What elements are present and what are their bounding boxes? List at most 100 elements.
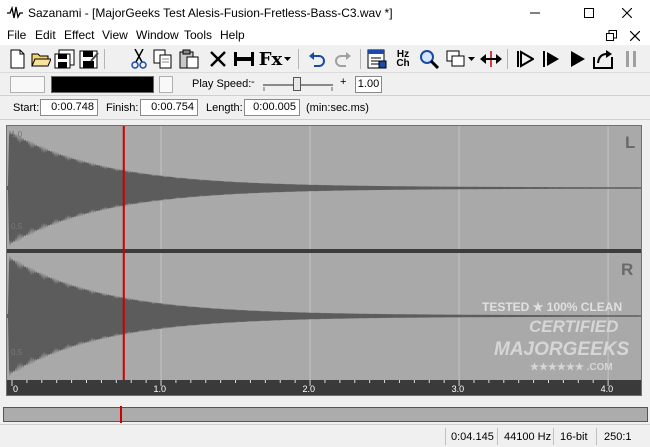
trim-icon <box>234 52 254 66</box>
play-button[interactable] <box>540 48 562 70</box>
status-separator <box>445 428 446 445</box>
ch-icon-label: Ch <box>396 58 410 69</box>
redo-icon <box>335 52 351 67</box>
scissors-icon <box>131 49 147 69</box>
menu-help[interactable]: Help <box>220 28 245 42</box>
close-button[interactable] <box>604 0 650 26</box>
new-button[interactable] <box>6 48 28 70</box>
save-as-button[interactable] <box>78 48 100 70</box>
copy-button[interactable] <box>152 48 174 70</box>
left-scale-top: 1.0 <box>11 130 23 139</box>
delete-button[interactable] <box>207 48 229 70</box>
open-button[interactable] <box>30 48 52 70</box>
delete-x-icon <box>210 51 226 67</box>
status-separator <box>497 428 498 445</box>
paste-button[interactable] <box>178 48 200 70</box>
length-time-field[interactable]: 0:00.005 <box>244 99 300 116</box>
export-button[interactable] <box>592 48 614 70</box>
menu-view[interactable]: View <box>102 28 128 42</box>
export-icon <box>593 50 613 69</box>
menu-tools[interactable]: Tools <box>184 28 212 42</box>
watermark-line4: ★★★★★★ .COM <box>530 362 613 373</box>
play-solid-icon <box>571 51 585 67</box>
mdi-close-button[interactable] <box>627 28 643 43</box>
finish-time-field[interactable]: 0:00.754 <box>140 99 198 116</box>
play-speed-bar: Play Speed: - + 1.00 <box>0 73 650 96</box>
zoom-button[interactable] <box>418 48 440 70</box>
open-folder-icon <box>31 53 51 67</box>
menu-effect[interactable]: Effect <box>64 28 94 42</box>
left-channel-waveform <box>7 130 641 246</box>
waveform-view[interactable]: L R 1.0 0.5 0.5 TESTED ★ 100% CLEAN CERT… <box>6 125 642 396</box>
left-channel-label: L <box>625 133 635 152</box>
menu-file[interactable]: File <box>7 28 26 42</box>
waveform-canvas[interactable]: L R 1.0 0.5 0.5 TESTED ★ 100% CLEAN CERT… <box>7 126 641 395</box>
status-bar: 0:04.145 44100 Hz 16-bit 250:1 <box>0 424 650 447</box>
maximize-icon <box>584 8 594 18</box>
finish-label: Finish: <box>106 102 139 114</box>
save-all-button[interactable] <box>54 48 76 70</box>
majorgeeks-watermark: TESTED ★ 100% CLEAN CERTIFIED MAJORGEEKS… <box>482 300 629 373</box>
fx-effects-icon: Fx <box>258 48 283 70</box>
dropdown-arrow-icon <box>467 56 475 61</box>
overview-scrollbar[interactable] <box>3 406 648 423</box>
close-icon <box>622 8 632 18</box>
mdi-restore-button[interactable] <box>603 28 619 43</box>
playback-cursor[interactable] <box>122 126 125 380</box>
menu-window[interactable]: Window <box>136 28 179 42</box>
speed-value-field[interactable]: 1.00 <box>355 76 382 93</box>
left-scale-mid: 0.5 <box>11 222 23 231</box>
color-swatch-dark[interactable] <box>51 76 154 93</box>
speed-slider-thumb[interactable] <box>293 77 301 91</box>
selection-time-bar: Start: 0:00.748 Finish: 0:00.754 Length:… <box>0 96 650 120</box>
color-swatch-light[interactable] <box>10 76 45 93</box>
speed-decrease-label: - <box>251 76 255 88</box>
status-position: 0:04.145 <box>451 431 494 443</box>
time-unit-label: (min:sec.ms) <box>306 102 369 114</box>
effects-button[interactable]: Fx <box>258 48 292 70</box>
minimize-icon <box>530 12 540 14</box>
play-selection-button[interactable] <box>514 48 536 70</box>
right-scale-mid: 0.5 <box>11 348 23 357</box>
save-as-icon <box>79 50 99 69</box>
dropdown-arrow-icon <box>284 56 292 61</box>
color-swatch-small[interactable] <box>159 76 173 93</box>
play-icon <box>543 51 559 67</box>
pause-button[interactable] <box>620 48 642 70</box>
status-zoom: 250:1 <box>604 431 632 443</box>
select-button[interactable] <box>444 48 476 70</box>
status-bit-depth: 16-bit <box>560 431 588 443</box>
status-sample-rate: 44100 Hz <box>504 431 552 443</box>
toolbar-separator <box>507 49 508 69</box>
window-title: Sazanami - [MajorGeeks Test Alesis-Fusio… <box>28 6 393 20</box>
trim-button[interactable] <box>233 48 255 70</box>
start-time-field[interactable]: 0:00.748 <box>40 99 98 116</box>
close-icon <box>630 30 640 41</box>
select-window-icon <box>446 50 464 67</box>
overview-cursor[interactable] <box>120 406 122 423</box>
undo-button[interactable] <box>306 48 328 70</box>
watermark-line1: TESTED ★ 100% CLEAN <box>482 300 622 314</box>
play-outline-icon <box>517 50 534 68</box>
magnifier-icon <box>420 50 439 69</box>
cut-button[interactable] <box>128 48 150 70</box>
document-properties-icon <box>367 49 387 69</box>
pause-icon <box>626 51 636 67</box>
start-label: Start: <box>13 102 40 114</box>
menu-edit[interactable]: Edit <box>35 28 56 42</box>
properties-button[interactable] <box>366 48 388 70</box>
minimize-button[interactable] <box>512 0 558 26</box>
redo-button[interactable] <box>332 48 354 70</box>
tick-label-1: 1.0 <box>154 384 167 394</box>
toolbar-separator <box>104 49 105 69</box>
sample-rate-button[interactable]: Hz Ch <box>392 48 414 70</box>
status-separator <box>596 428 597 445</box>
app-wave-icon <box>7 6 23 19</box>
play-speed-label: Play Speed: <box>192 78 252 90</box>
save-all-icon <box>54 49 75 69</box>
toolbar-separator <box>298 49 299 69</box>
fit-button[interactable] <box>480 48 502 70</box>
play-loop-button[interactable] <box>566 48 588 70</box>
watermark-line2: CERTIFIED <box>529 317 618 336</box>
tick-label-0: 0 <box>13 384 18 394</box>
